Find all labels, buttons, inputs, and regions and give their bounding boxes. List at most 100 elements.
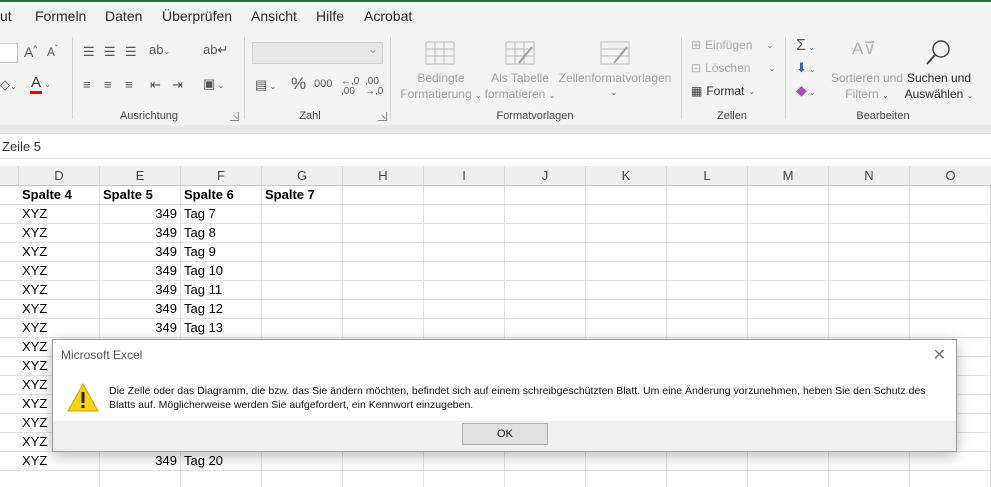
grid-cell[interactable] xyxy=(667,205,748,224)
grid-cell[interactable]: XYZ xyxy=(19,224,100,243)
align-middle-icon[interactable]: ☰ xyxy=(104,45,116,58)
grid-cell[interactable] xyxy=(505,205,586,224)
header-cell-spalte-4[interactable]: Spalte 4 xyxy=(19,186,100,205)
grid-cell[interactable] xyxy=(748,281,829,300)
orientation-icon[interactable]: ab⌄ xyxy=(149,43,170,56)
column-header-j[interactable]: J xyxy=(505,166,586,186)
grid-cell[interactable] xyxy=(424,300,505,319)
grid-cell[interactable] xyxy=(262,281,343,300)
grid-cell[interactable] xyxy=(505,262,586,281)
grid-cell[interactable] xyxy=(505,300,586,319)
align-center-icon[interactable]: ≡ xyxy=(104,78,112,91)
grid-cell[interactable]: Tag 13 xyxy=(181,319,262,338)
decrease-decimal-icon[interactable]: ,00 →,0 xyxy=(365,77,383,97)
grid-cell[interactable] xyxy=(586,471,667,487)
sort-filter-icon[interactable]: A⊽ xyxy=(852,40,876,57)
column-header-l[interactable]: L xyxy=(667,166,748,186)
grid-cell[interactable] xyxy=(181,471,262,487)
formula-bar[interactable]: Zeile 5 xyxy=(0,133,991,159)
grid-cell[interactable] xyxy=(424,186,505,205)
grid-cell[interactable] xyxy=(343,471,424,487)
grid-cell[interactable] xyxy=(505,452,586,471)
grid-cell[interactable] xyxy=(829,186,910,205)
column-header-d[interactable]: D xyxy=(19,166,100,186)
grid-cell[interactable] xyxy=(343,224,424,243)
grid-cell[interactable]: Tag 20 xyxy=(181,452,262,471)
grid-cell[interactable] xyxy=(343,281,424,300)
grid-cell[interactable] xyxy=(586,243,667,262)
format-cells-button[interactable]: ▦ Format ⌄ xyxy=(691,84,755,98)
grid-cell[interactable] xyxy=(829,281,910,300)
alignment-launcher-icon[interactable] xyxy=(230,112,239,121)
grid-cell[interactable]: 349 xyxy=(100,243,181,262)
grid-cell[interactable]: XYZ xyxy=(19,452,100,471)
grid-cell[interactable]: XYZ xyxy=(19,243,100,262)
merge-center-icon[interactable]: ▣ ⌄ xyxy=(203,77,224,90)
grid-cell[interactable] xyxy=(829,319,910,338)
grid-cell[interactable]: 349 xyxy=(100,281,181,300)
conditional-formatting-label-2[interactable]: Formatierung ⌄ xyxy=(398,86,484,104)
grid-cell[interactable] xyxy=(829,205,910,224)
grid-cell[interactable]: XYZ xyxy=(19,319,100,338)
grid-cell[interactable] xyxy=(748,452,829,471)
number-launcher-icon[interactable] xyxy=(378,112,387,121)
grid-cell[interactable] xyxy=(505,186,586,205)
align-top-icon[interactable]: ☰ xyxy=(83,45,95,58)
grid-cell[interactable] xyxy=(667,243,748,262)
grid-cell[interactable]: Tag 12 xyxy=(181,300,262,319)
tab-acrobat[interactable]: Acrobat xyxy=(364,8,412,24)
find-select-label-2[interactable]: Auswählen ⌄ xyxy=(900,86,978,104)
grid-cell[interactable] xyxy=(586,319,667,338)
increase-indent-icon[interactable]: ⇥ xyxy=(172,78,183,91)
grid-cell[interactable] xyxy=(505,243,586,262)
column-header-n[interactable]: N xyxy=(829,166,910,186)
increase-decimal-icon[interactable]: ←,0,00 xyxy=(341,77,359,97)
close-icon[interactable]: ✕ xyxy=(933,345,946,365)
percent-style-icon[interactable]: % xyxy=(291,75,306,92)
grid-cell[interactable] xyxy=(829,471,910,487)
grid-cell[interactable] xyxy=(343,262,424,281)
header-cell-spalte-7[interactable]: Spalte 7 xyxy=(262,186,343,205)
grid-cell[interactable] xyxy=(586,205,667,224)
format-as-table-icon[interactable] xyxy=(505,41,535,65)
grid-cell[interactable]: 349 xyxy=(100,452,181,471)
header-cell-spalte-5[interactable]: Spalte 5 xyxy=(100,186,181,205)
tab-ansicht[interactable]: Ansicht xyxy=(251,8,297,24)
name-box[interactable]: Zeile 5 xyxy=(2,139,41,154)
fill-color-icon[interactable]: ◇⌄ xyxy=(0,78,17,91)
grid-cell[interactable] xyxy=(262,300,343,319)
grid-cell[interactable] xyxy=(343,452,424,471)
grid-cell[interactable] xyxy=(424,224,505,243)
clear-icon[interactable]: ◆ ⌄ xyxy=(796,83,816,97)
number-format-combo[interactable] xyxy=(252,42,383,64)
grid-cell[interactable] xyxy=(748,471,829,487)
grid-cell[interactable]: XYZ xyxy=(19,205,100,224)
grid-cell[interactable]: Tag 7 xyxy=(181,205,262,224)
grid-cell[interactable] xyxy=(343,243,424,262)
grid-cell[interactable] xyxy=(586,300,667,319)
grid-cell[interactable] xyxy=(262,243,343,262)
grid-cell[interactable] xyxy=(667,452,748,471)
grid-cell[interactable] xyxy=(505,224,586,243)
grid-cell[interactable] xyxy=(667,471,748,487)
column-header-e[interactable]: E xyxy=(100,166,181,186)
grid-cell[interactable] xyxy=(910,243,991,262)
row-header-corner[interactable] xyxy=(0,166,19,186)
grid-cell[interactable] xyxy=(829,262,910,281)
tab-daten[interactable]: Daten xyxy=(105,8,142,24)
grid-cell[interactable] xyxy=(910,452,991,471)
grid-cell[interactable] xyxy=(829,452,910,471)
grid-cell[interactable] xyxy=(505,281,586,300)
accounting-format-icon[interactable]: ▤ ⌄ xyxy=(255,78,276,91)
grid-cell[interactable] xyxy=(667,281,748,300)
grid-cell[interactable] xyxy=(586,186,667,205)
grid-cell[interactable]: 349 xyxy=(100,262,181,281)
grid-cell[interactable] xyxy=(748,262,829,281)
grid-cell[interactable] xyxy=(586,452,667,471)
grow-font-icon[interactable]: A^ xyxy=(24,45,37,59)
sort-filter-label-1[interactable]: Sortieren und xyxy=(829,70,905,86)
grid-cell[interactable] xyxy=(910,471,991,487)
grid-cell[interactable] xyxy=(505,319,586,338)
grid-cell[interactable] xyxy=(424,205,505,224)
grid-cell[interactable] xyxy=(505,471,586,487)
